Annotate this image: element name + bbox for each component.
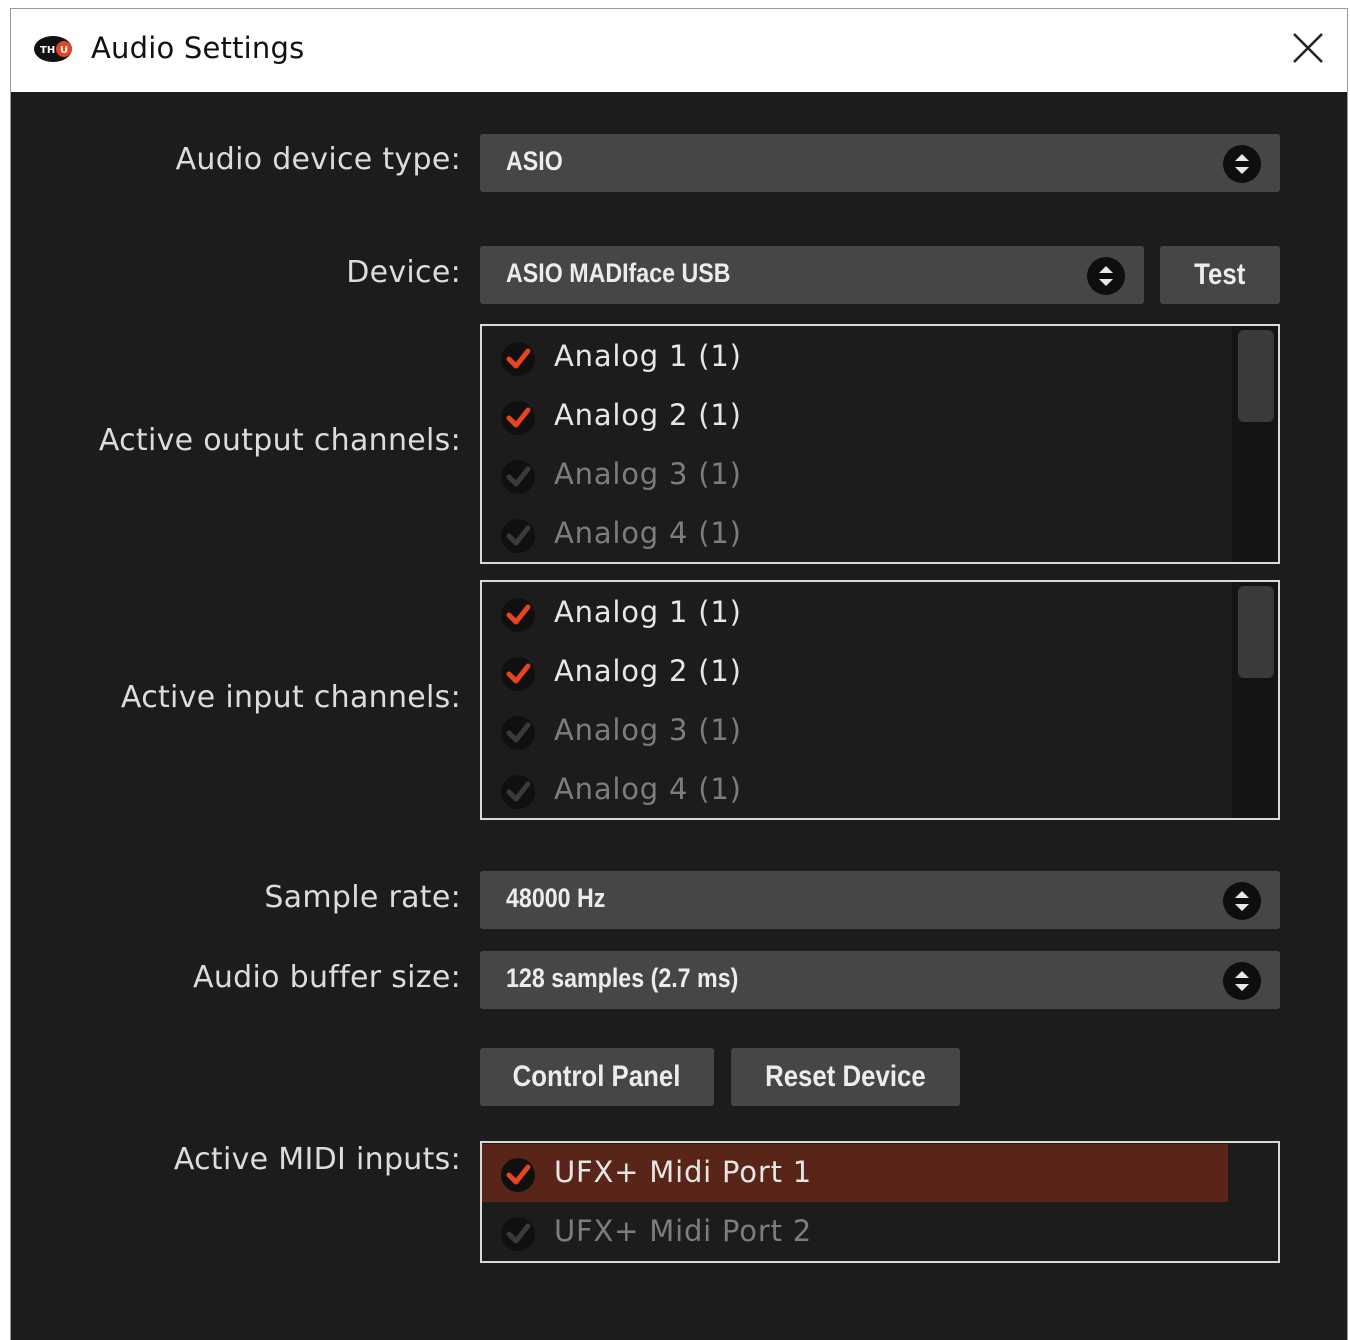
app-logo-icon: TH U (34, 36, 72, 62)
reset-device-label: Reset Device (765, 1060, 926, 1093)
device-type-label: Audio device type: (175, 142, 461, 177)
output-channel-label: Analog 4 (1) (554, 516, 742, 550)
device-value: ASIO MADIface USB (506, 258, 731, 288)
output-channel-2[interactable]: Analog 2 (1) (482, 387, 1228, 445)
checkmark-icon[interactable] (500, 774, 536, 810)
input-channel-label: Analog 1 (1) (554, 595, 742, 629)
up-down-arrows-icon (1223, 962, 1261, 1000)
device-label: Device: (346, 255, 461, 290)
settings-panel: Audio device type: ASIO Device: ASIO MAD… (11, 92, 1347, 1340)
input-channel-4[interactable]: Analog 4 (1) (482, 761, 1228, 818)
up-down-arrows-icon (1087, 257, 1125, 295)
midi-input-1[interactable]: UFX+ Midi Port 1 (482, 1144, 1228, 1202)
svg-text:U: U (60, 45, 68, 56)
device-type-select[interactable]: ASIO (480, 134, 1280, 192)
checkmark-icon[interactable] (500, 1216, 536, 1252)
input-channel-label: Analog 3 (1) (554, 713, 742, 747)
midi-input-label: UFX+ Midi Port 2 (554, 1214, 813, 1248)
control-panel-label: Control Panel (513, 1060, 681, 1093)
device-type-value: ASIO (506, 146, 563, 176)
input-channel-3[interactable]: Analog 3 (1) (482, 702, 1228, 760)
input-channels-label: Active input channels: (120, 680, 461, 715)
test-button[interactable]: Test (1160, 246, 1280, 304)
checkmark-icon[interactable] (500, 656, 536, 692)
checkmark-icon[interactable] (500, 597, 536, 633)
output-channels-list: Analog 1 (1) Analog 2 (1) Analog 3 (1) A… (480, 324, 1280, 564)
device-select[interactable]: ASIO MADIface USB (480, 246, 1144, 304)
title-bar: TH U Audio Settings (11, 9, 1347, 92)
output-channel-label: Analog 2 (1) (554, 398, 742, 432)
audio-settings-window: TH U Audio Settings Audio device type: A… (10, 8, 1348, 1340)
checkmark-icon[interactable] (500, 459, 536, 495)
input-channel-label: Analog 2 (1) (554, 654, 742, 688)
sample-rate-select[interactable]: 48000 Hz (480, 871, 1280, 929)
checkmark-icon[interactable] (500, 715, 536, 751)
svg-text:TH: TH (40, 45, 55, 56)
input-channel-label: Analog 4 (1) (554, 772, 742, 806)
checkmark-icon[interactable] (500, 400, 536, 436)
buffer-size-select[interactable]: 128 samples (2.7 ms) (480, 951, 1280, 1009)
output-channel-1[interactable]: Analog 1 (1) (482, 328, 1228, 386)
close-icon[interactable] (1291, 31, 1325, 65)
reset-device-button[interactable]: Reset Device (731, 1048, 960, 1106)
checkmark-icon[interactable] (500, 341, 536, 377)
input-channel-2[interactable]: Analog 2 (1) (482, 643, 1228, 701)
output-channel-label: Analog 1 (1) (554, 339, 742, 373)
input-channels-list: Analog 1 (1) Analog 2 (1) Analog 3 (1) A… (480, 580, 1280, 820)
up-down-arrows-icon (1223, 882, 1261, 920)
midi-inputs-list: UFX+ Midi Port 1 UFX+ Midi Port 2 (480, 1141, 1280, 1263)
sample-rate-label: Sample rate: (264, 880, 461, 915)
buffer-size-value: 128 samples (2.7 ms) (506, 963, 739, 993)
input-list-scroll-thumb[interactable] (1238, 586, 1274, 678)
midi-input-2[interactable]: UFX+ Midi Port 2 (482, 1203, 1228, 1261)
output-channels-label: Active output channels: (98, 423, 461, 458)
checkmark-icon[interactable] (500, 1157, 536, 1193)
sample-rate-value: 48000 Hz (506, 883, 606, 913)
window-title: Audio Settings (91, 31, 305, 65)
input-channel-1[interactable]: Analog 1 (1) (482, 584, 1228, 642)
buffer-size-label: Audio buffer size: (193, 960, 461, 995)
test-button-label: Test (1194, 258, 1246, 291)
midi-inputs-label: Active MIDI inputs: (173, 1142, 461, 1177)
input-list-scrollbar[interactable] (1232, 582, 1278, 818)
control-panel-button[interactable]: Control Panel (480, 1048, 714, 1106)
output-list-scroll-thumb[interactable] (1238, 330, 1274, 422)
output-channel-4[interactable]: Analog 4 (1) (482, 505, 1228, 562)
output-channel-label: Analog 3 (1) (554, 457, 742, 491)
output-list-scrollbar[interactable] (1232, 326, 1278, 562)
output-channel-3[interactable]: Analog 3 (1) (482, 446, 1228, 504)
checkmark-icon[interactable] (500, 518, 536, 554)
up-down-arrows-icon (1223, 145, 1261, 183)
midi-input-label: UFX+ Midi Port 1 (554, 1155, 813, 1189)
